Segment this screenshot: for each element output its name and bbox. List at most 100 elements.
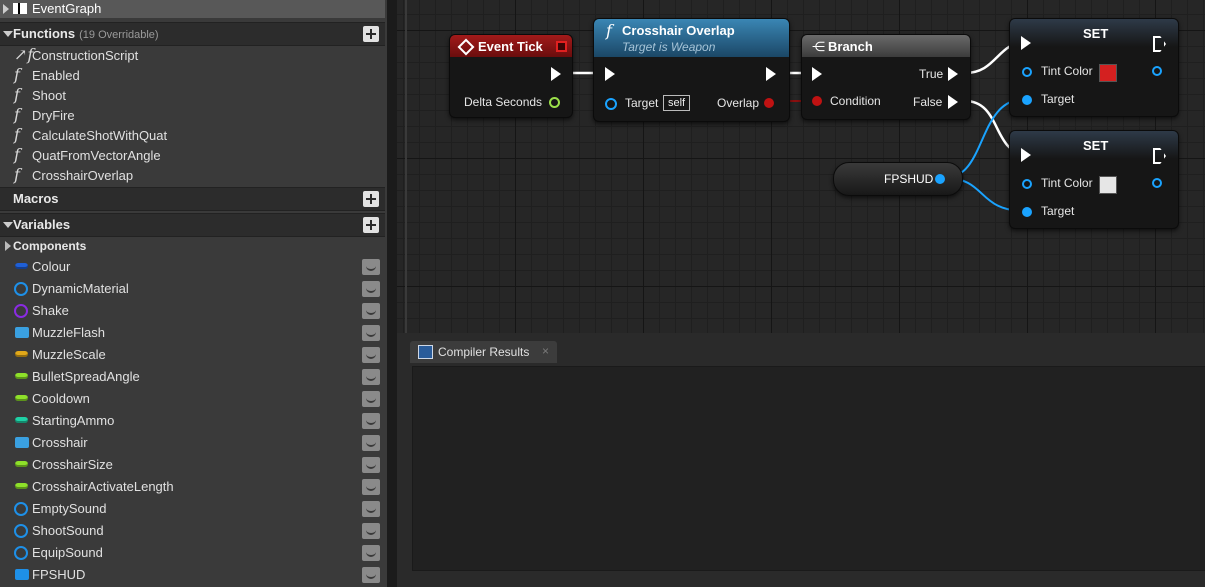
object-pin-icon[interactable] <box>1022 207 1032 217</box>
true-label: True <box>919 67 944 81</box>
visibility-eye-icon[interactable] <box>362 369 380 385</box>
event-tick-title: Event Tick <box>478 39 543 54</box>
exec-in-pin[interactable] <box>812 67 822 81</box>
struct-pin-icon[interactable] <box>1022 179 1032 189</box>
expand-arrow-icon[interactable] <box>3 4 9 14</box>
collapse-arrow-icon[interactable] <box>3 222 13 228</box>
object-pin-icon[interactable] <box>1022 95 1032 105</box>
variable-label: DynamicMaterial <box>32 281 129 296</box>
crosshair-overlap-node[interactable]: f Crosshair Overlap Target is Weapon Tar… <box>593 18 790 122</box>
set-title: SET <box>1083 138 1109 153</box>
object-out-pin-icon[interactable] <box>935 174 945 184</box>
event-graph-canvas[interactable]: Event Tick Delta Seconds f Crosshair Ove… <box>397 0 1205 333</box>
visibility-eye-icon[interactable] <box>362 523 380 539</box>
function-item[interactable]: f CrosshairOverlap <box>0 165 385 187</box>
exec-in-pin[interactable] <box>605 67 615 81</box>
set-tint-white-node[interactable]: SET Tint Color Target <box>1009 130 1179 229</box>
functions-section-header[interactable]: Functions (19 Overridable) <box>0 22 385 46</box>
function-item[interactable]: f Enabled <box>0 65 385 87</box>
set-tint-red-node[interactable]: SET Tint Color Target <box>1009 18 1179 117</box>
color-swatch-red[interactable] <box>1099 64 1117 82</box>
visibility-eye-icon[interactable] <box>362 567 380 583</box>
function-icon: f <box>606 21 612 40</box>
float-pin-icon[interactable] <box>549 97 560 108</box>
visibility-eye-icon[interactable] <box>362 303 380 319</box>
variable-item[interactable]: DynamicMaterial <box>0 278 385 300</box>
struct-out-pin-icon[interactable] <box>1152 66 1162 76</box>
panel-splitter[interactable] <box>387 0 397 587</box>
branch-node[interactable]: ⋲ Branch True Condition False <box>801 34 971 120</box>
close-tab-icon[interactable]: × <box>542 344 549 358</box>
variable-item[interactable]: ShootSound <box>0 520 385 542</box>
object-pin-icon[interactable] <box>605 98 617 110</box>
variable-item[interactable]: Colour <box>0 256 385 278</box>
variable-item[interactable]: StartingAmmo <box>0 410 385 432</box>
fpshud-getter-node[interactable]: FPSHUD <box>833 162 963 196</box>
variables-section-header[interactable]: Variables <box>0 213 385 237</box>
visibility-eye-icon[interactable] <box>362 391 380 407</box>
exec-in-pin[interactable] <box>1021 36 1031 50</box>
visibility-eye-icon[interactable] <box>362 435 380 451</box>
visibility-eye-icon[interactable] <box>362 325 380 341</box>
variable-item[interactable]: MuzzleScale <box>0 344 385 366</box>
struct-out-pin-icon[interactable] <box>1152 178 1162 188</box>
variable-label: StartingAmmo <box>32 413 115 428</box>
visibility-eye-icon[interactable] <box>362 281 380 297</box>
function-item[interactable]: f Shoot <box>0 85 385 107</box>
add-variable-button[interactable] <box>363 217 379 233</box>
variable-item[interactable]: CrosshairActivateLength <box>0 476 385 498</box>
visibility-eye-icon[interactable] <box>362 479 380 495</box>
variable-item[interactable]: Crosshair <box>0 432 385 454</box>
add-function-button[interactable] <box>363 26 379 42</box>
struct-pin-icon[interactable] <box>1022 67 1032 77</box>
function-item[interactable]: f DryFire <box>0 105 385 127</box>
false-label: False <box>913 95 943 109</box>
components-category[interactable]: Components <box>0 236 385 256</box>
compiler-results-area <box>412 366 1205 571</box>
variable-item[interactable]: EquipSound <box>0 542 385 564</box>
bool-pin-icon[interactable] <box>812 96 822 106</box>
exec-in-pin[interactable] <box>1021 148 1031 162</box>
expand-arrow-icon[interactable] <box>5 241 11 251</box>
function-item[interactable]: f CalculateShotWithQuat <box>0 125 385 147</box>
tint-color-label: Tint Color <box>1041 176 1093 190</box>
variable-item[interactable]: Cooldown <box>0 388 385 410</box>
function-item[interactable]: f QuatFromVectorAngle <box>0 145 385 167</box>
exec-out-pin[interactable] <box>766 67 776 81</box>
visibility-eye-icon[interactable] <box>362 259 380 275</box>
visibility-eye-icon[interactable] <box>362 545 380 561</box>
variable-label: MuzzleFlash <box>32 325 105 340</box>
variables-title: Variables <box>13 217 71 232</box>
delegate-pin-icon[interactable] <box>556 41 567 52</box>
graph-item-eventgraph[interactable]: EventGraph <box>0 0 385 18</box>
components-title: Components <box>13 239 87 253</box>
compiler-results-tab[interactable]: Compiler Results × <box>410 341 557 363</box>
visibility-eye-icon[interactable] <box>362 457 380 473</box>
macros-section-header[interactable]: Macros <box>0 187 385 211</box>
variable-item[interactable]: BulletSpreadAngle <box>0 366 385 388</box>
variable-item[interactable]: MuzzleFlash <box>0 322 385 344</box>
exec-out-pin[interactable] <box>551 67 561 81</box>
function-item[interactable]: ↗f ConstructionScript <box>0 45 385 67</box>
true-exec-pin[interactable] <box>948 67 958 81</box>
event-tick-node[interactable]: Event Tick Delta Seconds <box>449 34 573 118</box>
false-exec-pin[interactable] <box>948 95 958 109</box>
int-pill-icon <box>15 417 28 423</box>
collapse-arrow-icon[interactable] <box>3 31 13 37</box>
visibility-eye-icon[interactable] <box>362 413 380 429</box>
variable-label: Colour <box>32 259 71 274</box>
variable-item[interactable]: EmptySound <box>0 498 385 520</box>
variable-label: EquipSound <box>32 545 103 560</box>
function-icon: f <box>14 85 20 104</box>
visibility-eye-icon[interactable] <box>362 347 380 363</box>
color-swatch-white[interactable] <box>1099 176 1117 194</box>
variable-item[interactable]: FPSHUD <box>0 564 385 586</box>
variable-item[interactable]: CrosshairSize <box>0 454 385 476</box>
variable-label: Shake <box>32 303 69 318</box>
visibility-eye-icon[interactable] <box>362 501 380 517</box>
add-macro-button[interactable] <box>363 191 379 207</box>
variable-label: MuzzleScale <box>32 347 106 362</box>
variable-item[interactable]: Shake <box>0 300 385 322</box>
target-label: Target <box>1041 204 1075 218</box>
bool-pin-icon[interactable] <box>764 98 774 108</box>
